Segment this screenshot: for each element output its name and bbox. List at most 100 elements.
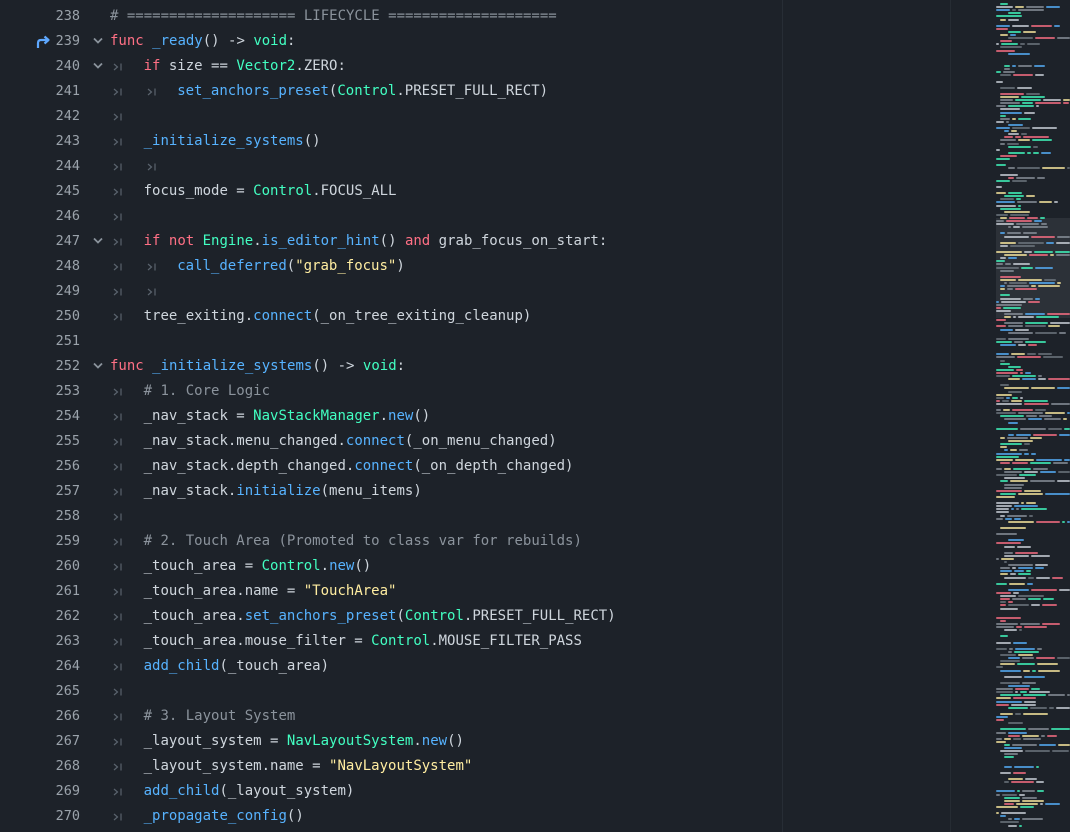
gutter-row[interactable]: 270	[0, 804, 110, 829]
code-line[interactable]: _layout_system = NavLayoutSystem.new()	[110, 729, 782, 754]
gutter-row[interactable]: 260	[0, 554, 110, 579]
override-method-icon[interactable]	[35, 34, 51, 50]
code-line[interactable]: set_anchors_preset(Control.PRESET_FULL_R…	[110, 79, 782, 104]
code-text-area[interactable]: # ==================== LIFECYCLE =======…	[110, 0, 782, 832]
code-line[interactable]: tree_exiting.connect(_on_tree_exiting_cl…	[110, 304, 782, 329]
gutter-row[interactable]: 266	[0, 704, 110, 729]
code-line[interactable]	[110, 154, 782, 179]
minimap-line-segment	[1014, 517, 1021, 520]
gutter-row[interactable]: 241	[0, 79, 110, 104]
code-line[interactable]: _touch_area.set_anchors_preset(Control.P…	[110, 604, 782, 629]
gutter-row[interactable]: 258	[0, 504, 110, 529]
gutter-row[interactable]: 250	[0, 304, 110, 329]
gutter-row[interactable]: 267	[0, 729, 110, 754]
code-line[interactable]: _propagate_config()	[110, 804, 782, 829]
minimap-line-segment	[1013, 641, 1027, 644]
code-token: add_child	[143, 658, 220, 674]
chevron-down-icon[interactable]	[91, 229, 105, 254]
minimap-line-segment	[1013, 697, 1036, 700]
minimap-line-segment	[996, 368, 1014, 371]
gutter-row[interactable]: 254	[0, 404, 110, 429]
minimap-line-segment	[1033, 468, 1048, 470]
code-line[interactable]	[110, 279, 782, 304]
gutter-row[interactable]: 246	[0, 204, 110, 229]
minimap-line-segment	[1022, 378, 1036, 381]
minimap-line-segment	[1027, 353, 1036, 356]
gutter-row[interactable]: 242	[0, 104, 110, 129]
gutter-row[interactable]: 248	[0, 254, 110, 279]
code-line[interactable]: _nav_stack.menu_changed.connect(_on_menu…	[110, 429, 782, 454]
code-line[interactable]: call_deferred("grab_focus")	[110, 254, 782, 279]
gutter-row[interactable]: 261	[0, 579, 110, 604]
code-line[interactable]	[110, 504, 782, 529]
minimap[interactable]	[950, 0, 1070, 832]
code-line[interactable]: _touch_area = Control.new()	[110, 554, 782, 579]
chevron-down-icon[interactable]	[91, 354, 105, 379]
gutter-row[interactable]: 251	[0, 329, 110, 354]
minimap-line-segment	[996, 105, 1006, 108]
tab-marker-icon	[113, 704, 125, 729]
gutter-row[interactable]: 252	[0, 354, 110, 379]
chevron-down-icon[interactable]	[91, 54, 105, 79]
gutter-row[interactable]: 255	[0, 429, 110, 454]
gutter-row[interactable]: 243	[0, 129, 110, 154]
tab-marker-icon	[113, 54, 125, 79]
code-line[interactable]: if size == Vector2.ZERO:	[110, 54, 782, 79]
line-number: 243	[55, 133, 80, 149]
line-gutter[interactable]: 238 239 240 241 242 243 244 245 246 247 248 249 250 2…	[0, 0, 110, 832]
code-line[interactable]: if not Engine.is_editor_hint() and grab_…	[110, 229, 782, 254]
gutter-row[interactable]: 240	[0, 54, 110, 79]
gutter-row[interactable]: 264	[0, 654, 110, 679]
code-token: .PRESET_FULL_RECT)	[396, 83, 549, 99]
code-line[interactable]: # 1. Core Logic	[110, 379, 782, 404]
chevron-down-icon[interactable]	[91, 29, 105, 54]
gutter-row[interactable]: 238	[0, 4, 110, 29]
code-line[interactable]: add_child(_layout_system)	[110, 779, 782, 804]
gutter-row[interactable]: 256	[0, 454, 110, 479]
gutter-row[interactable]: 244	[0, 154, 110, 179]
minimap-line-segment	[1004, 282, 1007, 284]
gutter-row[interactable]: 263	[0, 629, 110, 654]
code-line[interactable]: func _initialize_systems() -> void:	[110, 354, 782, 379]
minimap-line-segment	[1017, 790, 1020, 793]
code-line[interactable]: # 3. Layout System	[110, 704, 782, 729]
code-line[interactable]: # ==================== LIFECYCLE =======…	[110, 4, 782, 29]
code-line[interactable]: add_child(_touch_area)	[110, 654, 782, 679]
code-line[interactable]	[110, 104, 782, 129]
code-line[interactable]: _nav_stack.initialize(menu_items)	[110, 479, 782, 504]
code-line[interactable]	[110, 679, 782, 704]
gutter-row[interactable]: 249	[0, 279, 110, 304]
gutter-row[interactable]: 265	[0, 679, 110, 704]
tab-marker-icon	[147, 154, 159, 179]
code-token: set_anchors_preset	[244, 608, 397, 624]
gutter-row[interactable]: 247	[0, 229, 110, 254]
minimap-line-segment	[1021, 133, 1027, 136]
code-line[interactable]: _nav_stack.depth_changed.connect(_on_dep…	[110, 454, 782, 479]
code-line[interactable]: _layout_system.name = "NavLayoutSystem"	[110, 754, 782, 779]
gutter-row[interactable]: 245	[0, 179, 110, 204]
tab-marker-icon	[113, 204, 125, 229]
code-line[interactable]: # 2. Touch Area (Promoted to class var f…	[110, 529, 782, 554]
gutter-row[interactable]: 268	[0, 754, 110, 779]
gutter-row[interactable]: 259	[0, 529, 110, 554]
code-line[interactable]: func _ready() -> void:	[110, 29, 782, 54]
gutter-row[interactable]: 262	[0, 604, 110, 629]
code-line[interactable]: _initialize_systems()	[110, 129, 782, 154]
code-line[interactable]	[110, 204, 782, 229]
code-token: Control	[253, 183, 313, 199]
minimap-line-segment	[996, 468, 1002, 470]
code-editor[interactable]: 238 239 240 241 242 243 244 245 246 247 248 249 250 2…	[0, 0, 1070, 832]
minimap-line-segment	[1004, 130, 1009, 133]
code-line[interactable]	[110, 329, 782, 354]
code-line[interactable]: _touch_area.name = "TouchArea"	[110, 579, 782, 604]
code-line[interactable]: _nav_stack = NavStackManager.new()	[110, 404, 782, 429]
gutter-row[interactable]: 269	[0, 779, 110, 804]
code-line[interactable]: _touch_area.mouse_filter = Control.MOUSE…	[110, 629, 782, 654]
gutter-row[interactable]: 253	[0, 379, 110, 404]
minimap-line-segment	[1016, 198, 1021, 201]
gutter-row[interactable]: 239	[0, 29, 110, 54]
code-token: # 2. Touch Area (Promoted to class var f…	[143, 533, 582, 549]
minimap-line-segment	[1026, 502, 1036, 505]
gutter-row[interactable]: 257	[0, 479, 110, 504]
code-line[interactable]: focus_mode = Control.FOCUS_ALL	[110, 179, 782, 204]
